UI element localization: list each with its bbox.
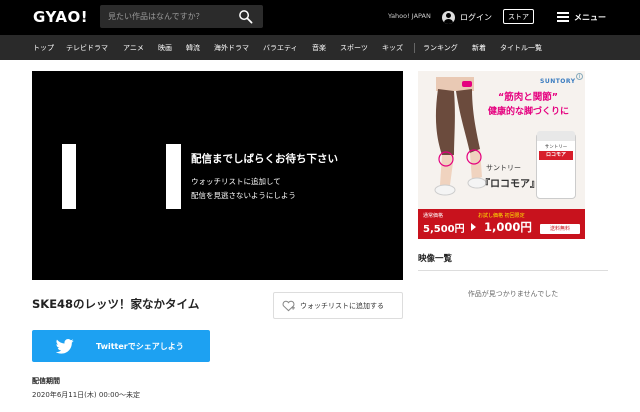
yahoo-japan-link[interactable]: Yahoo! JAPAN xyxy=(388,12,431,20)
search-icon[interactable] xyxy=(238,9,253,24)
video-list-title: 映像一覧 xyxy=(418,254,453,264)
nav-item-movie[interactable]: 映画 xyxy=(158,43,172,53)
nav-item-korean[interactable]: 韓流 xyxy=(186,43,200,53)
ad-brand-logo: SUNTORY xyxy=(540,78,576,85)
nav-divider xyxy=(414,43,415,53)
video-list-divider xyxy=(418,270,608,271)
ad-brand-line-2: 『ロコモア』 xyxy=(480,179,540,190)
ad-price-band: 通常価格 5,500円 お試し価格 初回限定 1,000円 送料無料 xyxy=(418,209,585,239)
product-brand: サントリー xyxy=(544,145,568,150)
nav-item-music[interactable]: 音楽 xyxy=(312,43,326,53)
category-nav: トップ テレビドラマ アニメ 映画 韓流 海外ドラマ バラエティ 音楽 スポーツ… xyxy=(0,35,640,60)
hamburger-icon xyxy=(557,12,569,22)
player-sub-line-2: 配信を見逃さないようにしよう xyxy=(191,191,296,200)
bottle-cap xyxy=(537,131,575,141)
twitter-share-label: Twitterでシェアしよう xyxy=(96,342,184,351)
video-list-empty-message: 作品が見つかりませんでした xyxy=(467,290,559,298)
gyao-logo[interactable]: GYAO! xyxy=(33,8,88,26)
trial-price: 1,000円 xyxy=(484,220,532,234)
ad-brand-line-1: サントリー xyxy=(486,164,521,172)
nav-item-foreign-drama[interactable]: 海外ドラマ xyxy=(214,43,249,53)
advertisement-banner[interactable]: i SUNTORY “筋肉と関節” 健康的な脚づくりに サントリー ロコモア サ… xyxy=(418,71,585,239)
regular-price-label: 通常価格 xyxy=(423,213,444,219)
heart-plus-icon xyxy=(282,300,295,311)
nav-item-tv-drama[interactable]: テレビドラマ xyxy=(66,43,108,53)
ad-headline-2: 健康的な脚づくりに xyxy=(488,107,570,117)
pause-bar-right xyxy=(166,144,181,209)
nav-item-sports[interactable]: スポーツ xyxy=(340,43,368,53)
arrow-right-icon xyxy=(471,223,476,231)
search-box xyxy=(100,5,263,28)
nav-item-variety[interactable]: バラエティ xyxy=(263,43,298,53)
top-header: GYAO! Yahoo! JAPAN ログイン ストア メニュー xyxy=(0,0,640,35)
watchlist-label: ウォッチリストに追加する xyxy=(300,301,384,310)
ad-headline-1: “筋肉と関節” xyxy=(498,92,558,103)
twitter-bird-icon xyxy=(56,339,74,354)
delivery-period-label: 配信期間 xyxy=(32,377,60,385)
product-bottle: サントリー ロコモア xyxy=(536,131,576,199)
regular-price: 5,500円 xyxy=(423,224,465,235)
add-to-watchlist-button[interactable]: ウォッチリストに追加する xyxy=(273,292,403,319)
store-button[interactable]: ストア xyxy=(503,9,534,24)
nav-item-title-list[interactable]: タイトル一覧 xyxy=(500,43,542,53)
menu-label: メニュー xyxy=(574,12,606,22)
nav-item-new[interactable]: 新着 xyxy=(472,43,486,53)
nav-item-top[interactable]: トップ xyxy=(33,43,54,53)
nav-item-kids[interactable]: キッズ xyxy=(382,43,403,53)
login-button[interactable]: ログイン xyxy=(442,9,492,25)
page-title: SKE48のレッツ！家なかタイム xyxy=(32,297,200,311)
delivery-period-value: 2020年6月11日(木) 00:00〜未定 xyxy=(32,391,141,399)
user-icon xyxy=(442,10,455,24)
search-input[interactable] xyxy=(108,5,233,28)
pause-bar-left xyxy=(62,144,76,209)
menu-button[interactable]: メニュー xyxy=(557,9,606,25)
nav-item-ranking[interactable]: ランキング xyxy=(423,43,458,53)
login-label: ログイン xyxy=(460,12,492,22)
free-shipping-badge: 送料無料 xyxy=(540,224,580,234)
twitter-share-button[interactable]: Twitterでシェアしよう xyxy=(32,330,210,362)
nav-item-anime[interactable]: アニメ xyxy=(123,43,144,53)
trial-price-label: お試し価格 初回限定 xyxy=(478,213,525,219)
player-message: 配信までしばらくお待ち下さい xyxy=(191,153,338,165)
video-player[interactable]: 配信までしばらくお待ち下さい ウォッチリストに追加して 配信を見逃さないようにし… xyxy=(32,71,403,280)
product-name: ロコモア xyxy=(539,151,573,160)
ad-choices-icon[interactable]: i xyxy=(576,73,583,80)
player-sub-line-1: ウォッチリストに追加して xyxy=(191,177,281,186)
legs-photo xyxy=(434,77,486,196)
player-sub-message: ウォッチリストに追加して 配信を見逃さないようにしよう xyxy=(191,175,296,203)
